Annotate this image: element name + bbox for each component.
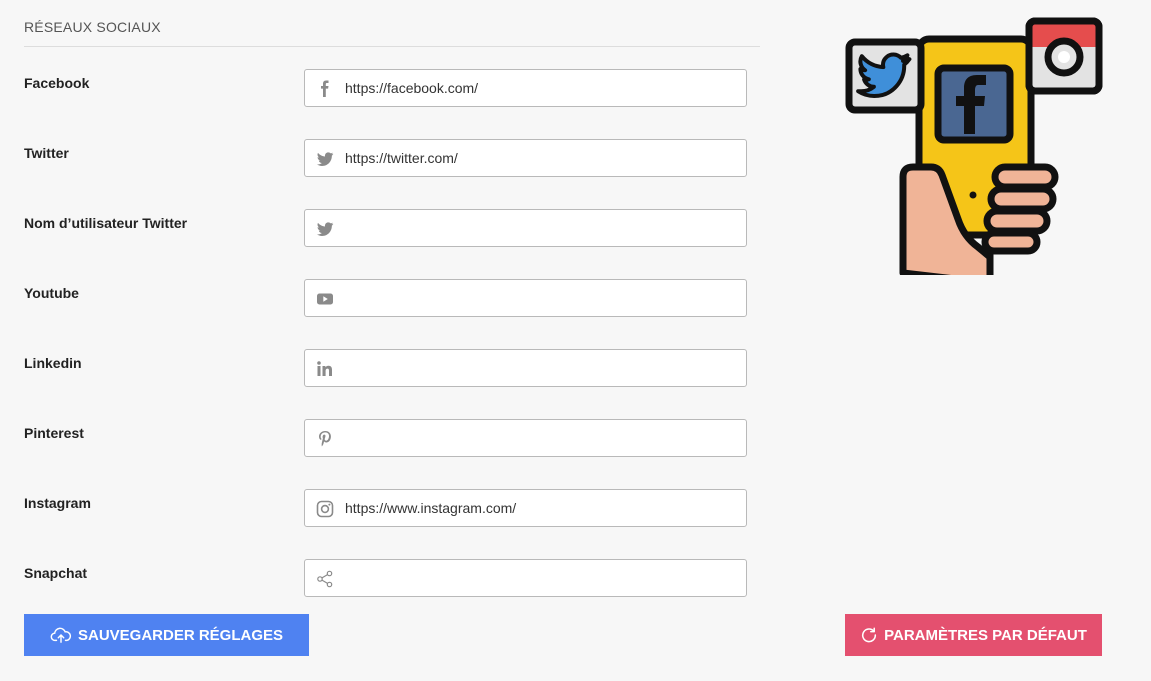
twitter-username-input[interactable]: [345, 210, 740, 246]
social-media-phone-illustration: [845, 17, 1103, 275]
pinterest-input[interactable]: [345, 420, 740, 456]
youtube-field[interactable]: [304, 279, 747, 317]
save-settings-button[interactable]: SAUVEGARDER RÉGLAGES: [24, 614, 309, 656]
cloud-upload-icon: [50, 627, 71, 643]
snapchat-input[interactable]: [345, 560, 740, 596]
twitter-input[interactable]: [345, 140, 740, 176]
label-instagram: Instagram: [24, 495, 91, 511]
linkedin-input[interactable]: [345, 350, 740, 386]
section-divider: [24, 46, 760, 47]
snapchat-field[interactable]: [304, 559, 747, 597]
twitter-username-field[interactable]: [304, 209, 747, 247]
label-facebook: Facebook: [24, 75, 90, 91]
twitter-field[interactable]: [304, 139, 747, 177]
twitter-icon: [315, 219, 335, 239]
instagram-field[interactable]: [304, 489, 747, 527]
reset-button-label: PARAMÈTRES PAR DÉFAUT: [884, 626, 1087, 644]
instagram-icon: [315, 499, 335, 519]
pinterest-icon: [315, 429, 335, 449]
linkedin-icon: [315, 359, 335, 379]
reset-defaults-button[interactable]: PARAMÈTRES PAR DÉFAUT: [845, 614, 1102, 656]
pinterest-field[interactable]: [304, 419, 747, 457]
label-youtube: Youtube: [24, 285, 79, 301]
linkedin-field[interactable]: [304, 349, 747, 387]
label-twitter-username: Nom d’utilisateur Twitter: [24, 215, 188, 231]
save-button-label: SAUVEGARDER RÉGLAGES: [77, 626, 284, 644]
section-title: RÉSEAUX SOCIAUX: [24, 19, 161, 35]
instagram-input[interactable]: [345, 490, 740, 526]
facebook-field[interactable]: [304, 69, 747, 107]
refresh-icon: [862, 627, 877, 643]
youtube-icon: [315, 289, 335, 309]
label-linkedin: Linkedin: [24, 355, 82, 371]
label-twitter: Twitter: [24, 145, 69, 161]
twitter-icon: [315, 149, 335, 169]
facebook-input[interactable]: [345, 70, 740, 106]
share-icon: [315, 569, 335, 589]
label-snapchat: Snapchat: [24, 565, 88, 581]
facebook-icon: [315, 79, 335, 99]
label-pinterest: Pinterest: [24, 425, 84, 441]
youtube-input[interactable]: [345, 280, 740, 316]
